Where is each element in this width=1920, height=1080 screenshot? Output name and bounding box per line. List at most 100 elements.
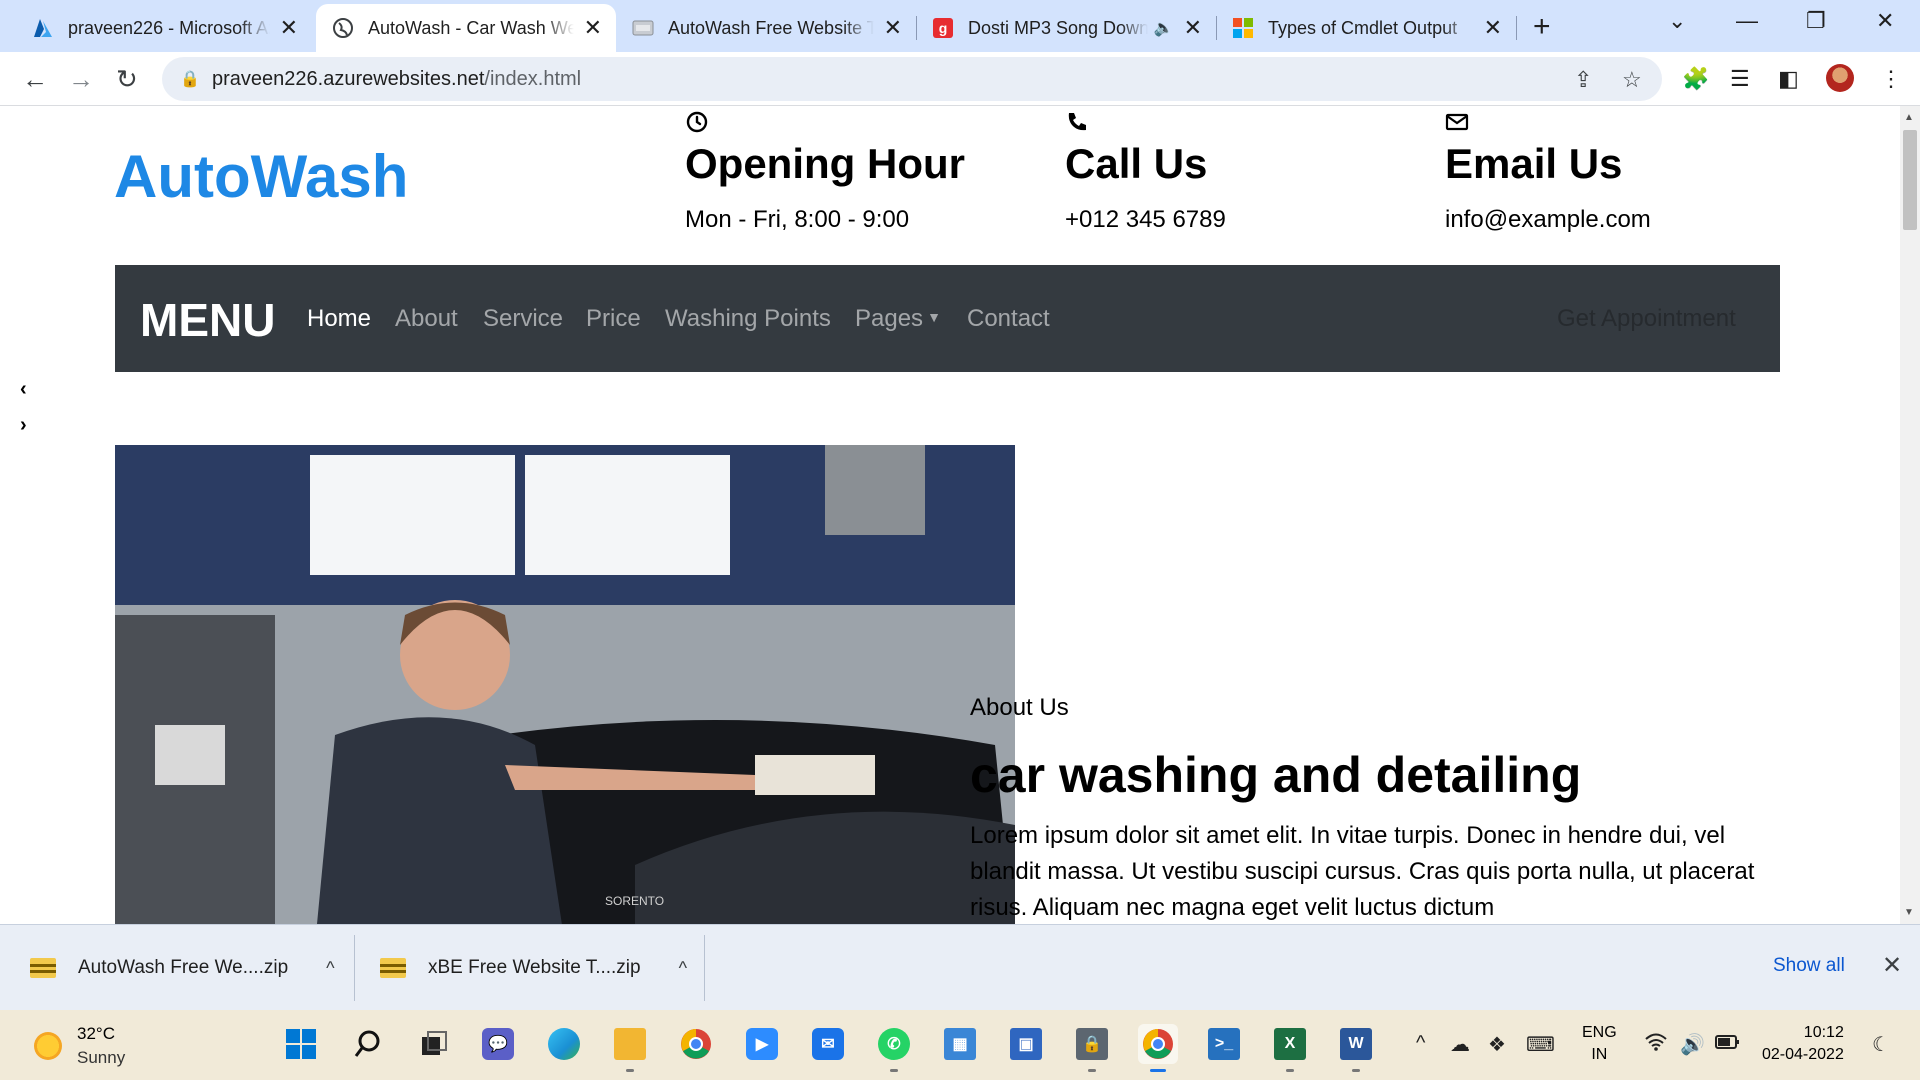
onedrive-cloud-icon[interactable]: ☁ <box>1450 1032 1470 1057</box>
notification-moon-icon[interactable]: ☾ <box>1872 1032 1890 1057</box>
image-icon <box>632 17 654 39</box>
weather-temp[interactable]: 32°C <box>77 1024 115 1044</box>
car-badge-text: SORENTO <box>605 894 664 908</box>
more-menu-icon[interactable]: ⋮ <box>1880 66 1902 92</box>
dropbox-icon[interactable]: ❖ <box>1488 1032 1506 1057</box>
tab-azure[interactable]: praveen226 - Microsoft Azure ✕ <box>16 4 312 52</box>
speaker-icon[interactable]: 🔈 <box>1154 18 1174 38</box>
scroll-up-arrow-icon[interactable]: ▲ <box>1904 112 1914 123</box>
media-control-icon[interactable]: ☰ <box>1730 66 1750 92</box>
close-tab-icon[interactable]: ✕ <box>584 15 602 41</box>
start-windows-icon[interactable] <box>281 1024 321 1064</box>
mail-icon[interactable]: ✉ <box>808 1024 848 1064</box>
tab-autowash[interactable]: AutoWash - Car Wash Website Template ✕ <box>316 4 616 52</box>
nav-washing-points[interactable]: Washing Points <box>665 305 831 333</box>
whatsapp-icon[interactable]: ✆ <box>874 1024 914 1072</box>
tab-autowash-template[interactable]: AutoWash Free Website Template ✕ <box>616 4 916 52</box>
system-clock[interactable]: 10:12 02-04-2022 <box>1762 1022 1844 1066</box>
zip-file-icon <box>380 958 406 978</box>
share-icon[interactable]: ⇪ <box>1574 67 1592 93</box>
powershell-icon[interactable]: >_ <box>1204 1024 1244 1064</box>
back-arrow-icon[interactable]: ← <box>22 64 48 95</box>
microsoft-icon <box>1232 17 1254 39</box>
nav-about[interactable]: About <box>395 305 458 333</box>
tab-title: Types of Cmdlet Output <box>1268 17 1458 38</box>
extensions-puzzle-icon[interactable]: 🧩 <box>1682 66 1709 92</box>
scroll-thumb[interactable] <box>1903 130 1917 230</box>
nav-service[interactable]: Service <box>483 305 563 333</box>
nav-price[interactable]: Price <box>586 305 641 333</box>
address-bar[interactable]: 🔒 praveen226.azurewebsites.net/index.htm… <box>162 57 1662 101</box>
weather-sun-icon[interactable] <box>34 1032 62 1060</box>
scroll-down-arrow-icon[interactable]: ▼ <box>1904 907 1914 918</box>
about-us-label: About Us <box>970 694 1069 721</box>
file-explorer-icon[interactable] <box>610 1024 650 1072</box>
chevron-up-icon[interactable]: ^ <box>326 958 334 979</box>
tab-cmdlet[interactable]: Types of Cmdlet Output ✕ <box>1216 4 1516 52</box>
close-tab-icon[interactable]: ✕ <box>1184 15 1202 41</box>
tab-title: praveen226 - Microsoft Azure <box>68 17 270 38</box>
globe-icon <box>332 17 354 39</box>
carousel-prev-icon[interactable]: ‹ <box>20 378 27 401</box>
remote-desktop-icon[interactable]: ▣ <box>1006 1024 1046 1064</box>
teams-chat-icon[interactable]: 💬 <box>478 1024 518 1064</box>
car-wash-photo: SORENTO <box>115 445 1015 924</box>
window-close-icon[interactable]: ✕ <box>1876 8 1894 34</box>
email-us-title: Email Us <box>1445 140 1623 187</box>
lock-icon[interactable]: 🔒 <box>180 69 200 89</box>
chevron-up-icon[interactable]: ^ <box>679 958 687 979</box>
zoom-icon[interactable]: ▶ <box>742 1024 782 1064</box>
about-title: car washing and detailing <box>970 747 1582 803</box>
download-item[interactable]: AutoWash Free We....zip ^ <box>30 925 335 1011</box>
chrome-icon[interactable] <box>676 1024 716 1064</box>
phone-number[interactable]: +012 345 6789 <box>1065 206 1226 234</box>
close-tab-icon[interactable]: ✕ <box>884 15 902 41</box>
nav-contact[interactable]: Contact <box>967 305 1050 333</box>
close-shelf-icon[interactable]: ✕ <box>1882 951 1902 980</box>
search-icon[interactable] <box>348 1024 388 1064</box>
wifi-icon[interactable] <box>1644 1032 1668 1058</box>
windows-taskbar: 32°C Sunny 💬 ▶ ✉ ✆ ▦ ▣ 🔒 >_ X W ^ ☁ ❖ ⌨ … <box>0 1010 1920 1080</box>
nav-home[interactable]: Home <box>307 305 371 333</box>
tab-search-chevron-icon[interactable]: ⌄ <box>1668 8 1686 34</box>
excel-icon[interactable]: X <box>1270 1024 1310 1072</box>
bookmark-star-icon[interactable]: ☆ <box>1622 67 1642 93</box>
tab-dosti[interactable]: g Dosti MP3 Song Download 🔈 ✕ <box>916 4 1216 52</box>
battery-icon[interactable] <box>1714 1032 1740 1058</box>
email-address[interactable]: info@example.com <box>1445 206 1651 234</box>
keyboard-icon[interactable]: ⌨ <box>1526 1032 1555 1057</box>
site-logo[interactable]: AutoWash <box>114 142 408 211</box>
reload-icon[interactable]: ↻ <box>116 64 138 95</box>
page-scrollbar[interactable]: ▲ ▼ <box>1900 106 1920 924</box>
nav-pages-dropdown[interactable]: Pages ▼ <box>855 305 941 333</box>
carousel-next-icon[interactable]: › <box>20 414 27 437</box>
download-item[interactable]: xBE Free Website T....zip ^ <box>380 925 687 1011</box>
edge-icon[interactable] <box>544 1024 584 1064</box>
call-us-block: Call Us +012 345 6789 <box>1065 110 1226 234</box>
chrome-profile-icon[interactable] <box>1138 1024 1178 1072</box>
browser-tab-strip: praveen226 - Microsoft Azure ✕ AutoWash … <box>0 0 1920 52</box>
close-tab-icon[interactable]: ✕ <box>1484 15 1502 41</box>
vpn-lock-icon[interactable]: 🔒 <box>1072 1024 1112 1072</box>
get-appointment-button[interactable]: Get Appointment <box>1557 305 1736 333</box>
language-region: IN <box>1591 1046 1608 1063</box>
minimize-icon[interactable]: — <box>1736 8 1758 34</box>
side-panel-icon[interactable]: ◧ <box>1778 66 1799 92</box>
volume-icon[interactable]: 🔊 <box>1680 1032 1705 1057</box>
restore-icon[interactable]: ❐ <box>1806 8 1826 34</box>
url-text[interactable]: praveen226.azurewebsites.net/index.html <box>212 68 581 91</box>
forward-arrow-icon[interactable]: → <box>68 64 94 95</box>
profile-avatar[interactable] <box>1826 64 1854 92</box>
network-app-icon[interactable]: ▦ <box>940 1024 980 1064</box>
tray-chevron-icon[interactable]: ^ <box>1416 1032 1425 1055</box>
weather-condition[interactable]: Sunny <box>77 1048 125 1068</box>
task-view-icon[interactable] <box>414 1024 454 1064</box>
tab-title: AutoWash - Car Wash Website Template <box>368 17 574 38</box>
language-indicator[interactable]: ENG IN <box>1582 1022 1617 1066</box>
word-icon[interactable]: W <box>1336 1024 1376 1072</box>
new-tab-plus-icon[interactable]: + <box>1533 10 1551 44</box>
opening-hour-title: Opening Hour <box>685 140 965 187</box>
close-tab-icon[interactable]: ✕ <box>280 15 298 41</box>
download-filename: xBE Free Website T....zip <box>428 957 641 978</box>
show-all-downloads-button[interactable]: Show all <box>1773 955 1845 977</box>
